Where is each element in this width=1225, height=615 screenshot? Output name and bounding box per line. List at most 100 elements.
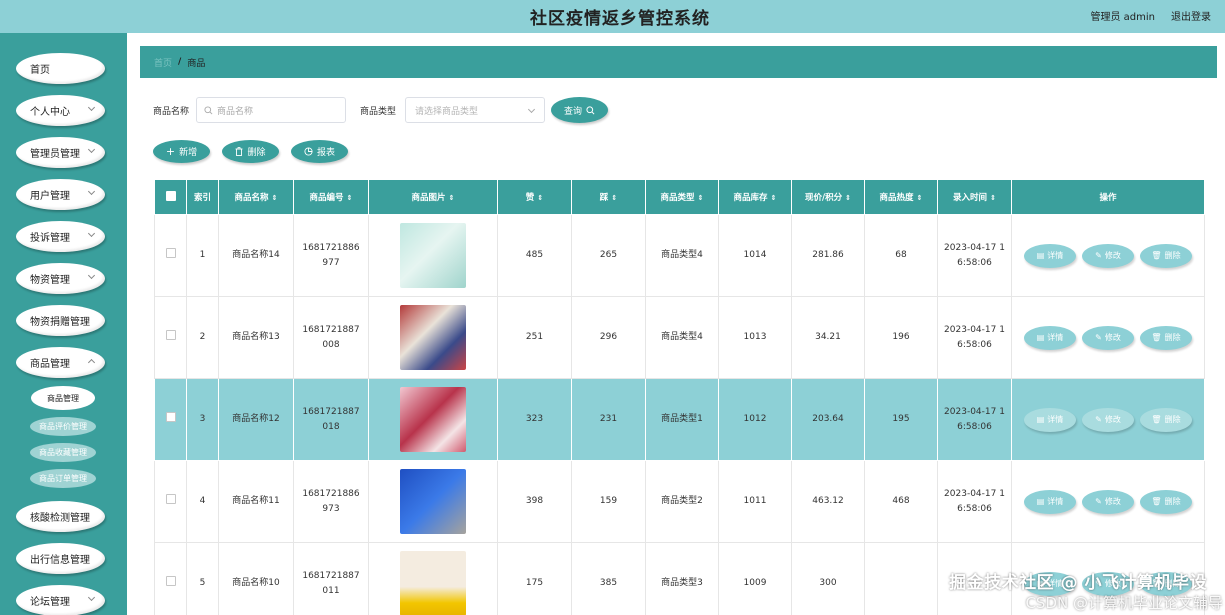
row-checkbox[interactable]	[165, 575, 176, 586]
detail-icon: ▤	[1036, 415, 1045, 424]
product-type-select[interactable]: 请选择商品类型	[405, 97, 546, 123]
likes-value: 323	[525, 414, 544, 424]
breadcrumb-home[interactable]: 首页	[154, 56, 172, 69]
heat-value: 195	[892, 414, 910, 424]
sidebar-item-forum[interactable]: 论坛管理	[16, 585, 105, 615]
product-image[interactable]	[400, 305, 466, 370]
heat-cell: 196	[864, 296, 938, 379]
add-button[interactable]: + 新增	[153, 140, 210, 163]
column-header-price[interactable]: 现价/积分 ⇕	[791, 179, 865, 215]
column-header-label: 操作	[1099, 193, 1117, 203]
product-name-value: 商品名称13	[232, 332, 280, 342]
column-header-name[interactable]: 商品名称 ⇕	[218, 179, 294, 215]
column-header-heat[interactable]: 商品热度 ⇕	[864, 179, 938, 215]
pie-chart-icon	[304, 147, 313, 156]
sort-icon[interactable]: ⇕	[537, 194, 543, 202]
dislikes-value: 265	[599, 250, 618, 260]
sort-icon[interactable]: ⇕	[698, 194, 704, 202]
price-cell: 281.86	[791, 214, 865, 297]
stock-value: 1014	[743, 250, 767, 260]
type-cell: 商品类型3	[645, 542, 719, 615]
detail-button[interactable]: ▤ 详情	[1024, 325, 1076, 350]
column-header-image[interactable]: 商品图片 ⇕	[368, 179, 498, 215]
edit-button[interactable]: ✎ 修改	[1082, 325, 1134, 350]
column-header-code[interactable]: 商品编号 ⇕	[293, 179, 369, 215]
sidebar-item-supplies[interactable]: 物资管理	[16, 263, 105, 294]
sort-icon[interactable]: ⇕	[771, 194, 777, 202]
edit-button-label: 修改	[1104, 333, 1121, 342]
likes-value: 485	[525, 250, 544, 260]
row-delete-button[interactable]: 🗑 删除	[1140, 407, 1192, 432]
sidebar-item-complaints[interactable]: 投诉管理	[16, 221, 105, 252]
column-header-label: 商品热度	[879, 193, 914, 203]
row-delete-button[interactable]: 🗑 删除	[1140, 243, 1192, 268]
row-checkbox[interactable]	[165, 329, 176, 340]
sidebar-item-label: 个人中心	[30, 107, 70, 118]
select-all-checkbox[interactable]	[165, 190, 176, 201]
sort-icon[interactable]: ⇕	[611, 194, 617, 202]
product-image[interactable]	[400, 387, 466, 452]
row-delete-button[interactable]: 🗑 删除	[1140, 325, 1192, 350]
search-icon	[586, 105, 595, 114]
sidebar-subitem-product-orders[interactable]: 商品订单管理	[30, 469, 96, 488]
detail-button[interactable]: ▤ 详情	[1024, 489, 1076, 514]
product-name-value: 商品名称14	[232, 250, 280, 260]
column-header-type[interactable]: 商品类型 ⇕	[645, 179, 719, 215]
sidebar-item-users[interactable]: 用户管理	[16, 179, 105, 210]
sort-icon[interactable]: ⇕	[449, 194, 455, 202]
likes-cell: 398	[497, 460, 572, 543]
watermark-text: 掘金技术社区 @ 小飞计算机毕设	[949, 573, 1207, 593]
table-body: 1 商品名称14 1681721886977 485 265 商品类型4 101…	[154, 214, 1205, 615]
column-header-time[interactable]: 录入时间 ⇕	[937, 179, 1012, 215]
sort-icon[interactable]: ⇕	[272, 194, 278, 202]
sort-icon[interactable]: ⇕	[990, 194, 996, 202]
row-actions: ▤ 详情 ✎ 修改 🗑 删除	[1012, 243, 1204, 268]
row-checkbox[interactable]	[165, 411, 176, 422]
batch-delete-button[interactable]: 删除	[222, 140, 279, 163]
edit-button[interactable]: ✎ 修改	[1082, 489, 1134, 514]
row-select-cell	[154, 296, 187, 379]
sidebar-item-profile[interactable]: 个人中心	[16, 95, 105, 126]
detail-button[interactable]: ▤ 详情	[1024, 407, 1076, 432]
sidebar-item-donations[interactable]: 物资捐赠管理	[16, 305, 105, 336]
breadcrumb: 首页 / 商品	[140, 46, 1217, 78]
code-cell: 1681721887018	[293, 378, 369, 461]
edit-button[interactable]: ✎ 修改	[1082, 407, 1134, 432]
table-row[interactable]: 4 商品名称11 1681721886973 398 159 商品类型2 101…	[154, 460, 1205, 543]
dislikes-value: 231	[599, 414, 618, 424]
sidebar-item-admins[interactable]: 管理员管理	[16, 137, 105, 168]
row-select-cell	[154, 214, 187, 297]
report-button[interactable]: 报表	[291, 140, 348, 163]
sidebar-item-home[interactable]: 首页	[16, 53, 105, 84]
image-cell	[368, 214, 498, 297]
column-header-dislikes[interactable]: 踩 ⇕	[571, 179, 646, 215]
edit-button[interactable]: ✎ 修改	[1082, 243, 1134, 268]
sidebar-subitem-product-favorites[interactable]: 商品收藏管理	[30, 443, 96, 462]
time-value: 2023-04-17 16:58:06	[944, 406, 1005, 432]
sidebar-item-nucleic-tests[interactable]: 核酸检测管理	[16, 501, 105, 532]
row-delete-button[interactable]: 🗑 删除	[1140, 489, 1192, 514]
product-name-input[interactable]: 商品名称	[196, 97, 347, 123]
detail-button[interactable]: ▤ 详情	[1024, 243, 1076, 268]
table-row[interactable]: 3 商品名称12 1681721887018 323 231 商品类型1 101…	[154, 378, 1205, 461]
query-button[interactable]: 查询	[551, 97, 609, 123]
table-row[interactable]: 2 商品名称13 1681721887008 251 296 商品类型4 101…	[154, 296, 1205, 379]
sort-icon[interactable]: ⇕	[917, 194, 923, 202]
table-row[interactable]: 1 商品名称14 1681721886977 485 265 商品类型4 101…	[154, 214, 1205, 297]
product-image[interactable]	[400, 551, 466, 615]
row-checkbox[interactable]	[165, 493, 176, 504]
product-image[interactable]	[400, 223, 466, 288]
code-cell: 1681721886977	[293, 214, 369, 297]
column-header-likes[interactable]: 赞 ⇕	[497, 179, 572, 215]
column-header-stock[interactable]: 商品库存 ⇕	[718, 179, 792, 215]
sidebar-item-travel-info[interactable]: 出行信息管理	[16, 543, 105, 574]
sidebar-item-products[interactable]: 商品管理	[16, 347, 105, 378]
sort-icon[interactable]: ⇕	[845, 194, 851, 202]
row-checkbox[interactable]	[165, 247, 176, 258]
logout-link[interactable]: 退出登录	[1171, 8, 1211, 23]
sidebar-subitem-product-reviews[interactable]: 商品评价管理	[30, 417, 96, 436]
product-image[interactable]	[400, 469, 466, 534]
sidebar-subitem-product-manage[interactable]: 商品管理	[31, 386, 95, 410]
row-delete-button-label: 删除	[1164, 497, 1181, 506]
sort-icon[interactable]: ⇕	[347, 194, 353, 202]
